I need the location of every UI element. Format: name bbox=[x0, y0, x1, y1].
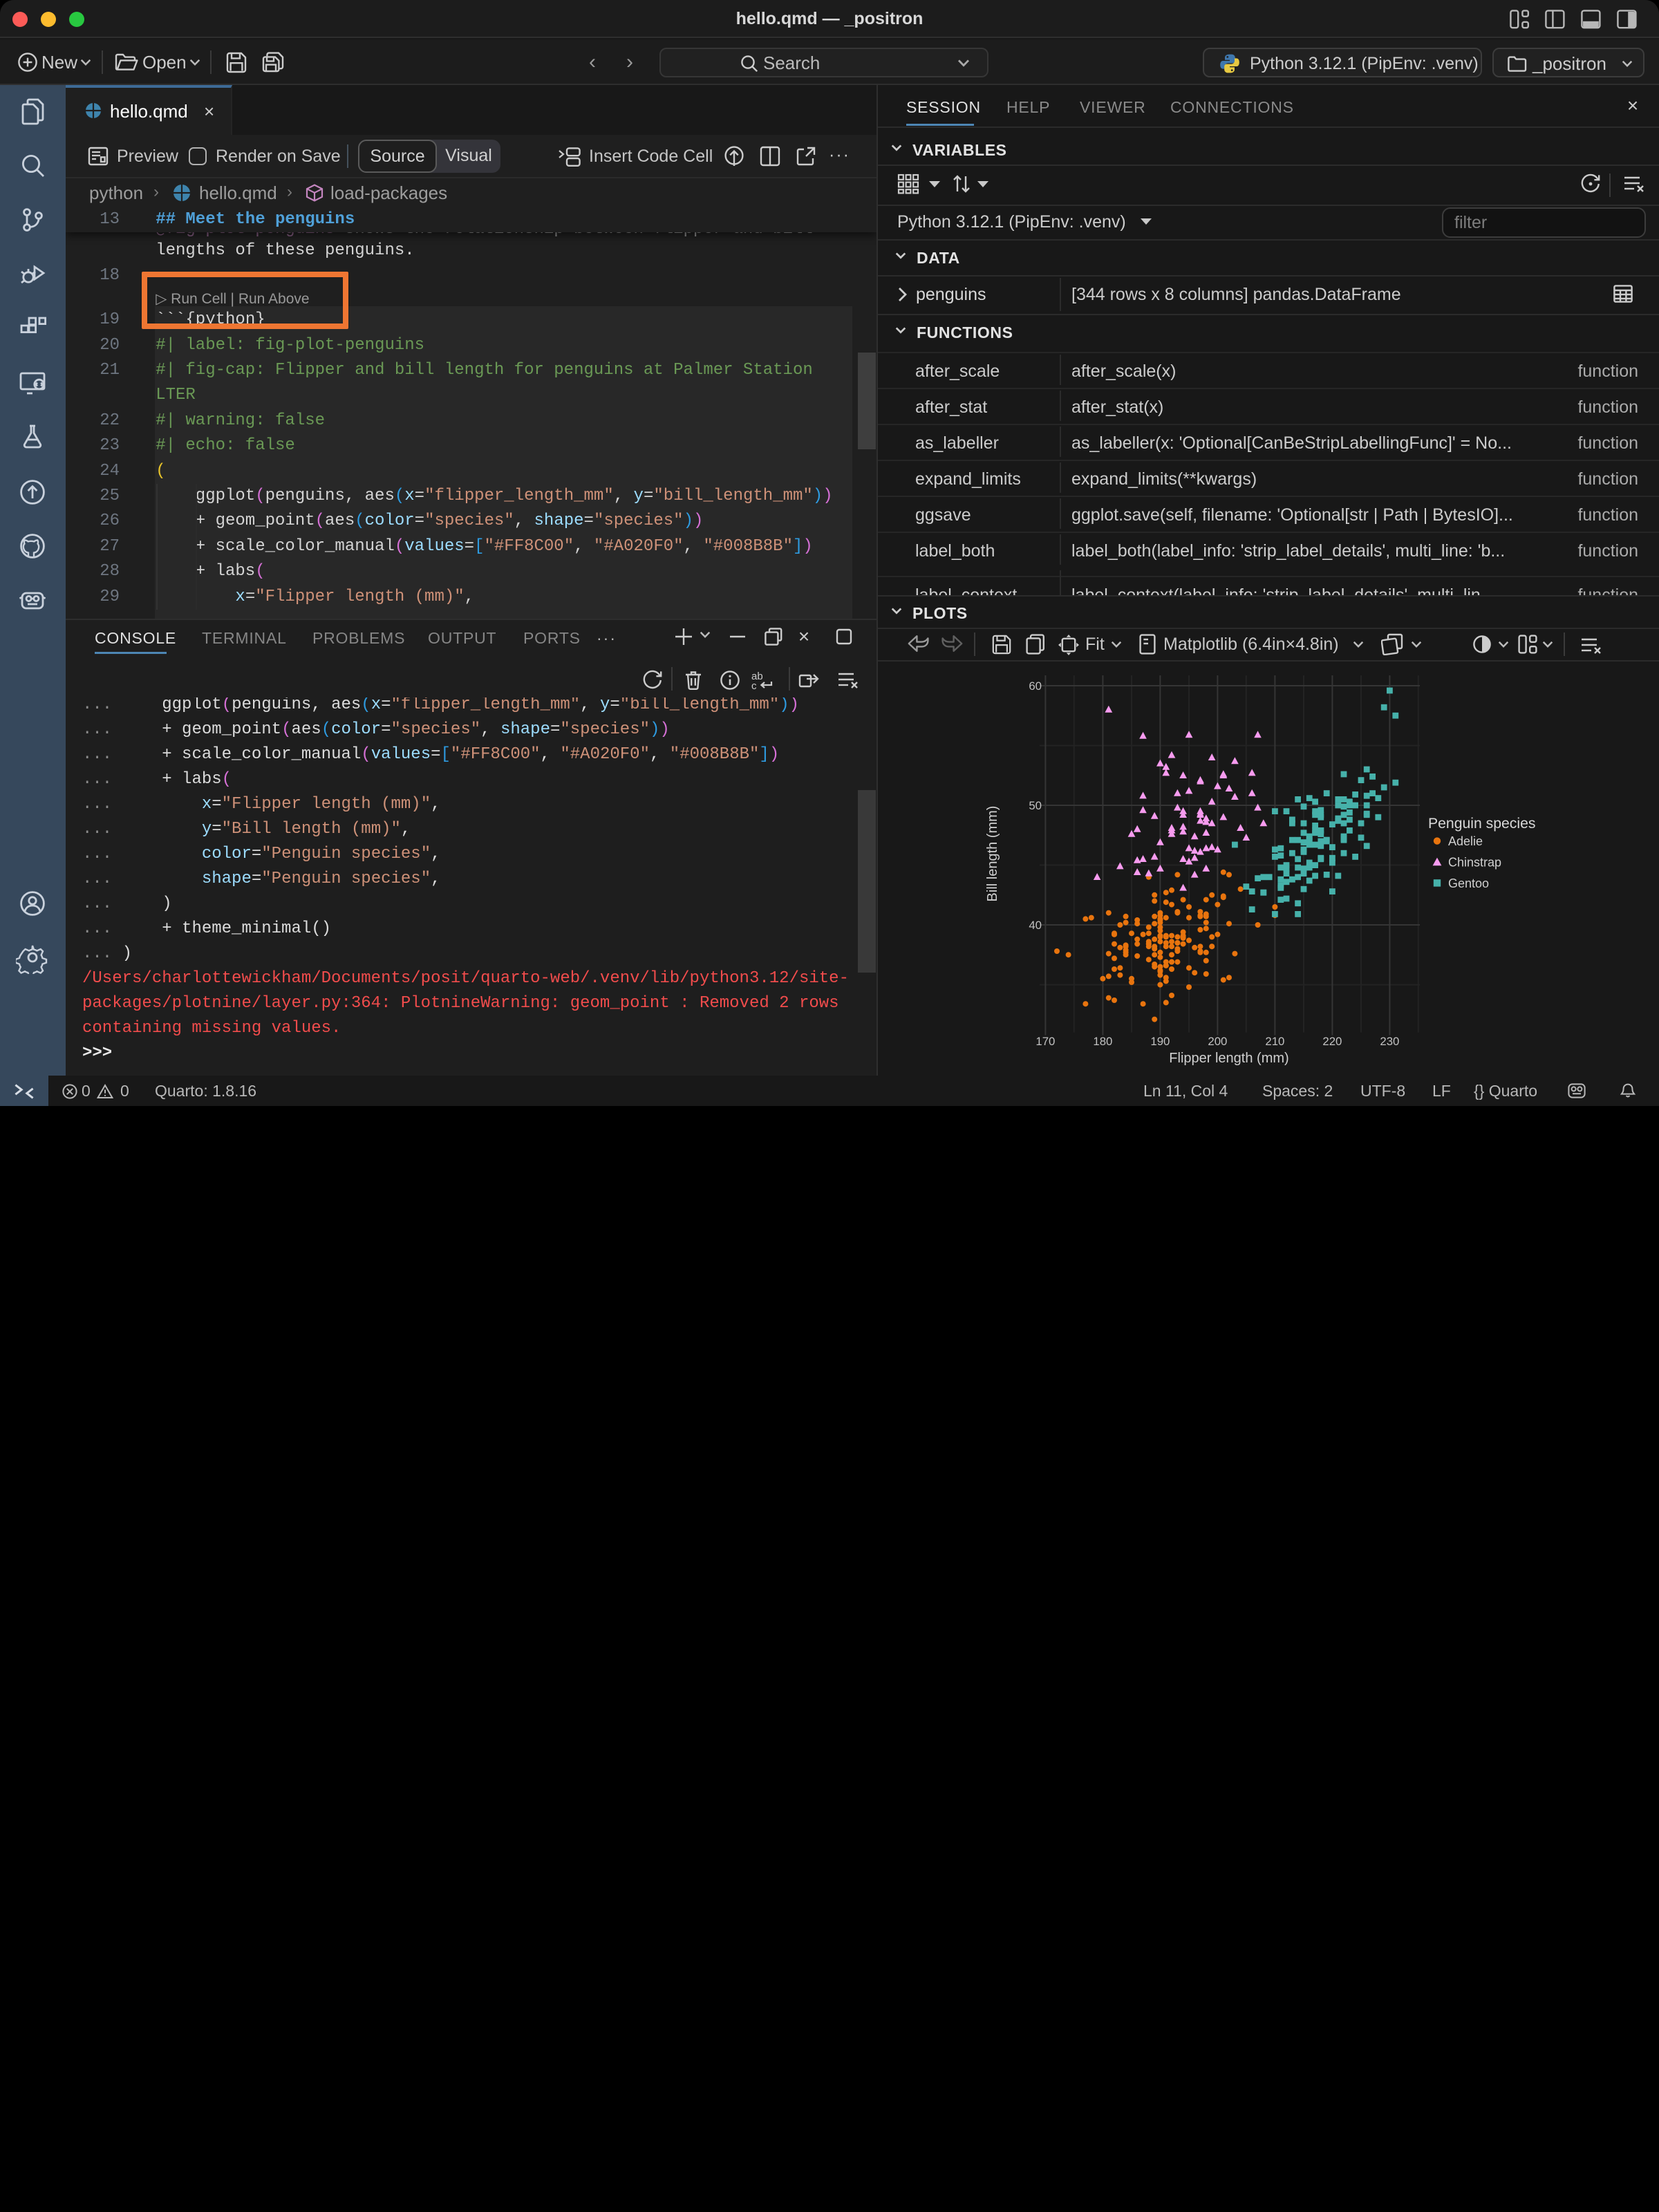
svg-text:Flipper length (mm): Flipper length (mm) bbox=[1169, 1051, 1288, 1066]
svg-text:230: 230 bbox=[1380, 1035, 1399, 1048]
svg-text:Adelie: Adelie bbox=[1448, 834, 1483, 848]
svg-text:190: 190 bbox=[1150, 1035, 1170, 1048]
svg-text:180: 180 bbox=[1093, 1035, 1112, 1048]
svg-text:50: 50 bbox=[1029, 799, 1042, 812]
svg-text:Gentoo: Gentoo bbox=[1448, 877, 1489, 890]
svg-text:Penguin species: Penguin species bbox=[1428, 816, 1535, 832]
svg-text:200: 200 bbox=[1208, 1035, 1227, 1048]
svg-text:Bill length (mm): Bill length (mm) bbox=[985, 806, 1000, 902]
svg-text:Chinstrap: Chinstrap bbox=[1448, 855, 1501, 869]
svg-text:40: 40 bbox=[1029, 919, 1042, 932]
svg-text:210: 210 bbox=[1265, 1035, 1284, 1048]
svg-text:60: 60 bbox=[1029, 679, 1042, 693]
svg-text:170: 170 bbox=[1035, 1035, 1055, 1048]
svg-text:220: 220 bbox=[1322, 1035, 1342, 1048]
svg-text:c: c bbox=[751, 680, 757, 691]
